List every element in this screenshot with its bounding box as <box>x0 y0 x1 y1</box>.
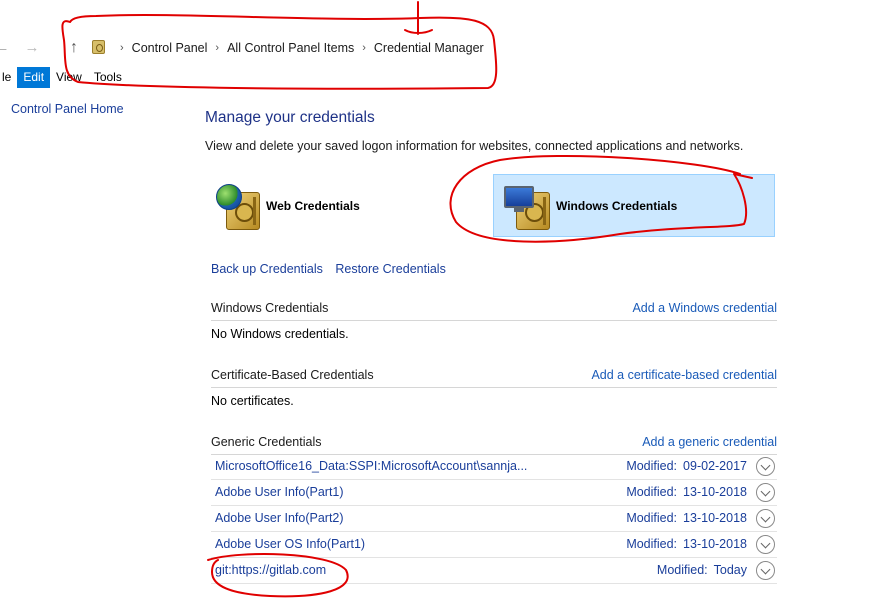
list-item[interactable]: Adobe User Info(Part2) Modified: 13-10-20… <box>205 506 777 532</box>
divider <box>211 320 777 321</box>
page-subtitle: View and delete your saved logon informa… <box>205 139 744 153</box>
credential-modified: Modified: 13-10-2018 <box>626 485 747 499</box>
forward-arrow-icon[interactable]: → <box>22 38 42 58</box>
chevron-right-icon[interactable]: › <box>120 42 124 54</box>
address-bar: ← → ↑ › Control Panel › All Control Pane… <box>0 30 874 66</box>
credential-modified: Modified: 13-10-2018 <box>626 537 747 551</box>
section-heading: Windows Credentials <box>211 301 329 315</box>
web-credentials-label: Web Credentials <box>266 198 360 213</box>
windows-credentials-section: Windows Credentials Add a Windows creden… <box>205 300 777 344</box>
control-panel-home-link[interactable]: Control Panel Home <box>11 102 124 116</box>
add-windows-credential-link[interactable]: Add a Windows credential <box>632 301 777 315</box>
page-title: Manage your credentials <box>205 109 375 126</box>
menu-file[interactable]: le <box>0 67 17 88</box>
credential-name[interactable]: MicrosoftOffice16_Data:SSPI:MicrosoftAcc… <box>215 459 527 473</box>
credential-modified: Modified: 09-02-2017 <box>626 459 747 473</box>
expand-chevron-icon[interactable] <box>756 535 775 554</box>
credential-name[interactable]: Adobe User Info(Part2) <box>215 511 344 525</box>
credential-name[interactable]: git:https://gitlab.com <box>215 563 326 577</box>
expand-chevron-icon[interactable] <box>756 561 775 580</box>
breadcrumb-control-panel[interactable]: Control Panel <box>132 41 208 55</box>
chevron-right-icon[interactable]: › <box>215 42 219 54</box>
section-heading: Certificate-Based Credentials <box>211 368 374 382</box>
certificate-credentials-section: Certificate-Based Credentials Add a cert… <box>205 367 777 411</box>
backup-credentials-link[interactable]: Back up Credentials <box>211 262 323 276</box>
backup-restore-links: Back up Credentials Restore Credentials <box>211 262 455 276</box>
list-item[interactable]: MicrosoftOffice16_Data:SSPI:MicrosoftAcc… <box>205 454 777 480</box>
up-arrow-icon[interactable]: ↑ <box>64 38 84 58</box>
list-item[interactable]: Adobe User OS Info(Part1) Modified: 13-10… <box>205 532 777 558</box>
web-credentials-icon <box>212 180 262 232</box>
generic-credentials-section: Generic Credentials Add a generic creden… <box>205 434 777 455</box>
add-certificate-credential-link[interactable]: Add a certificate-based credential <box>591 368 777 382</box>
chevron-right-icon[interactable]: › <box>362 42 366 54</box>
divider <box>211 387 777 388</box>
expand-chevron-icon[interactable] <box>756 483 775 502</box>
windows-credentials-icon <box>502 180 552 232</box>
windows-credentials-label: Windows Credentials <box>556 198 678 213</box>
breadcrumb-all-items[interactable]: All Control Panel Items <box>227 41 354 55</box>
restore-credentials-link[interactable]: Restore Credentials <box>335 262 445 276</box>
web-credentials-tile[interactable]: Web Credentials <box>212 174 484 237</box>
back-arrow-icon[interactable]: ← <box>0 38 12 58</box>
credential-modified: Modified: 13-10-2018 <box>626 511 747 525</box>
expand-chevron-icon[interactable] <box>756 509 775 528</box>
breadcrumb-credential-manager[interactable]: Credential Manager <box>374 41 484 55</box>
list-item[interactable]: Adobe User Info(Part1) Modified: 13-10-20… <box>205 480 777 506</box>
credential-name[interactable]: Adobe User OS Info(Part1) <box>215 537 365 551</box>
menu-tools[interactable]: Tools <box>88 67 128 88</box>
windows-credentials-tile[interactable]: Windows Credentials <box>493 174 775 237</box>
expand-chevron-icon[interactable] <box>756 457 775 476</box>
menu-edit[interactable]: Edit <box>17 67 51 88</box>
divider <box>211 583 777 584</box>
empty-message: No Windows credentials. <box>211 327 349 341</box>
add-generic-credential-link[interactable]: Add a generic credential <box>642 435 777 449</box>
credential-modified: Modified: Today <box>656 563 747 577</box>
menu-view[interactable]: View <box>50 67 88 88</box>
control-panel-icon <box>92 40 105 54</box>
list-item[interactable]: git:https://gitlab.com Modified: Today <box>205 558 777 584</box>
section-heading: Generic Credentials <box>211 435 322 449</box>
empty-message: No certificates. <box>211 394 294 408</box>
menu-bar: le Edit View Tools <box>0 67 128 88</box>
breadcrumb: › Control Panel › All Control Panel Item… <box>112 41 484 55</box>
credential-name[interactable]: Adobe User Info(Part1) <box>215 485 344 499</box>
